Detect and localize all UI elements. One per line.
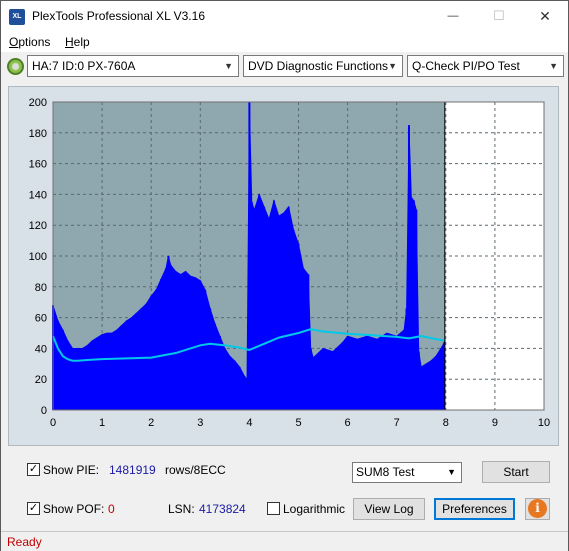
minimize-icon: — <box>447 10 459 22</box>
show-pof-checkbox[interactable]: ✓ <box>27 502 40 515</box>
app-logo-icon: XL <box>9 9 25 25</box>
close-button[interactable]: ✕ <box>522 1 568 31</box>
logarithmic-checkbox[interactable] <box>267 502 280 515</box>
y-tick-label: 120 <box>29 220 47 232</box>
main-window: XL PlexTools Professional XL V3.16 — ☐ ✕… <box>0 0 569 551</box>
show-pie-checkbox[interactable]: ✓ <box>27 463 40 476</box>
close-icon: ✕ <box>539 7 551 24</box>
show-pof-label: Show POF: <box>43 502 105 516</box>
function-select-value: DVD Diagnostic Functions <box>248 59 389 73</box>
x-tick-label: 8 <box>443 417 449 429</box>
x-tick-label: 5 <box>295 417 301 429</box>
x-tick-label: 10 <box>538 417 550 429</box>
toolbar: HA:7 ID:0 PX-760A ▼ DVD Diagnostic Funct… <box>1 52 568 81</box>
y-tick-label: 0 <box>41 405 47 417</box>
x-tick-label: 6 <box>345 417 351 429</box>
y-tick-label: 40 <box>35 343 47 355</box>
start-button[interactable]: Start <box>482 461 550 483</box>
x-tick-label: 1 <box>99 417 105 429</box>
chevron-down-icon: ▼ <box>549 61 558 71</box>
pof-value: 0 <box>108 502 115 516</box>
sum-test-select[interactable]: SUM8 Test ▼ <box>352 462 462 483</box>
y-tick-label: 100 <box>29 251 47 263</box>
lsn-label: LSN: <box>168 502 195 516</box>
y-tick-label: 180 <box>29 128 47 140</box>
y-tick-label: 20 <box>35 374 47 386</box>
window-title: PlexTools Professional XL V3.16 <box>32 9 205 23</box>
info-button[interactable]: i <box>525 498 550 520</box>
title-bar: XL PlexTools Professional XL V3.16 — ☐ ✕ <box>1 1 568 32</box>
pie-unit: rows/8ECC <box>165 463 226 477</box>
y-tick-label: 80 <box>35 282 47 294</box>
x-tick-label: 7 <box>394 417 400 429</box>
maximize-icon: ☐ <box>493 8 505 23</box>
status-text: Ready <box>7 535 42 549</box>
menu-options[interactable]: Options <box>9 35 50 49</box>
function-select[interactable]: DVD Diagnostic Functions ▼ <box>243 55 403 77</box>
y-tick-label: 60 <box>35 313 47 325</box>
chevron-down-icon: ▼ <box>388 61 397 71</box>
x-tick-label: 0 <box>50 417 56 429</box>
chart-panel: 0 20 40 60 80 100 120 140 160 180 200 0 1 2 3 4 5 6 7 8 9 10 <box>8 86 559 446</box>
x-tick-label: 3 <box>197 417 203 429</box>
test-select-value: Q-Check PI/PO Test <box>412 59 520 73</box>
show-pie-label: Show PIE: <box>43 463 100 477</box>
chevron-down-icon: ▼ <box>447 467 456 477</box>
view-log-button[interactable]: View Log <box>353 498 425 520</box>
sum-test-value: SUM8 Test <box>356 465 415 479</box>
drive-select[interactable]: HA:7 ID:0 PX-760A ▼ <box>27 55 239 77</box>
x-tick-label: 4 <box>246 417 252 429</box>
test-select[interactable]: Q-Check PI/PO Test ▼ <box>407 55 564 77</box>
pie-value: 1481919 <box>109 463 156 477</box>
menu-bar: Options Help <box>1 32 568 52</box>
y-tick-label: 200 <box>29 97 47 109</box>
maximize-button[interactable]: ☐ <box>476 1 522 31</box>
y-tick-label: 160 <box>29 159 47 171</box>
x-tick-label: 2 <box>148 417 154 429</box>
pi-po-chart: 0 20 40 60 80 100 120 140 160 180 200 0 1 2 3 4 5 6 7 8 9 10 <box>29 97 550 429</box>
y-tick-label: 140 <box>29 189 47 201</box>
disc-icon <box>7 58 24 75</box>
status-bar: Ready <box>1 531 568 551</box>
minimize-button[interactable]: — <box>430 1 476 31</box>
preferences-button[interactable]: Preferences <box>434 498 515 520</box>
lsn-value: 4173824 <box>199 502 246 516</box>
logarithmic-label: Logarithmic <box>283 502 346 516</box>
info-icon: i <box>528 499 547 518</box>
x-tick-label: 9 <box>492 417 498 429</box>
drive-select-value: HA:7 ID:0 PX-760A <box>32 59 136 73</box>
menu-help[interactable]: Help <box>65 35 90 49</box>
chevron-down-icon: ▼ <box>224 61 233 71</box>
